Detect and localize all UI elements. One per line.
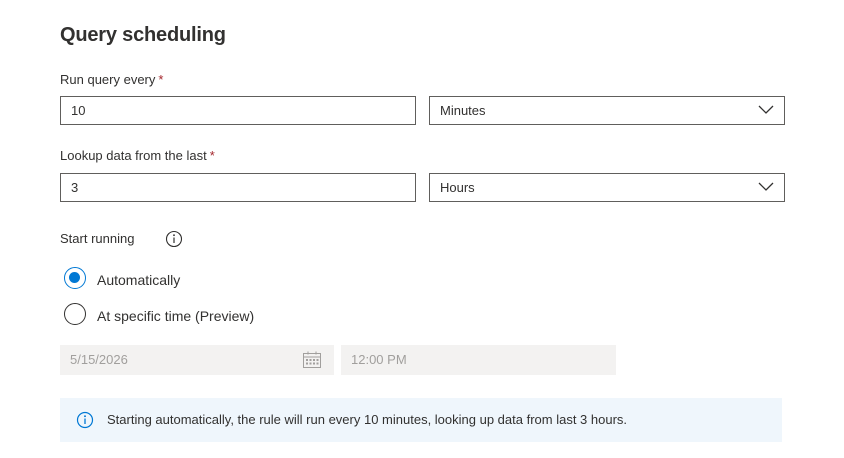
- info-message-text: Starting automatically, the rule will ru…: [107, 412, 628, 427]
- radio-specific-time-label[interactable]: At specific time (Preview): [97, 308, 254, 324]
- lookup-period-input[interactable]: 3: [60, 173, 416, 202]
- lookup-label-text: Lookup data from the last: [60, 148, 207, 163]
- run-query-label: Run query every *: [60, 72, 163, 87]
- lookup-unit-dropdown[interactable]: Hours: [429, 173, 785, 202]
- section-title: Query scheduling: [60, 24, 226, 46]
- chevron-down-icon: [758, 182, 774, 191]
- run-query-label-text: Run query every: [60, 72, 156, 87]
- start-date-value: 5/15/2026: [70, 352, 128, 367]
- chevron-down-icon: [758, 105, 774, 114]
- info-icon[interactable]: [165, 230, 183, 248]
- radio-automatically[interactable]: [64, 267, 86, 289]
- lookup-unit-value: Hours: [440, 180, 475, 195]
- run-query-interval-input[interactable]: 10: [60, 96, 416, 125]
- start-running-label: Start running: [60, 231, 135, 246]
- run-query-unit-value: Minutes: [440, 103, 486, 118]
- calendar-icon: [303, 351, 321, 368]
- info-icon: [76, 411, 94, 429]
- lookup-label: Lookup data from the last *: [60, 148, 215, 163]
- required-asterisk: *: [209, 148, 215, 163]
- start-date-field: 5/15/2026: [60, 345, 334, 375]
- radio-specific-time[interactable]: [64, 303, 86, 325]
- run-query-unit-dropdown[interactable]: Minutes: [429, 96, 785, 125]
- start-time-field: 12:00 PM: [341, 345, 616, 375]
- required-asterisk: *: [158, 72, 164, 87]
- radio-automatically-label[interactable]: Automatically: [97, 272, 180, 288]
